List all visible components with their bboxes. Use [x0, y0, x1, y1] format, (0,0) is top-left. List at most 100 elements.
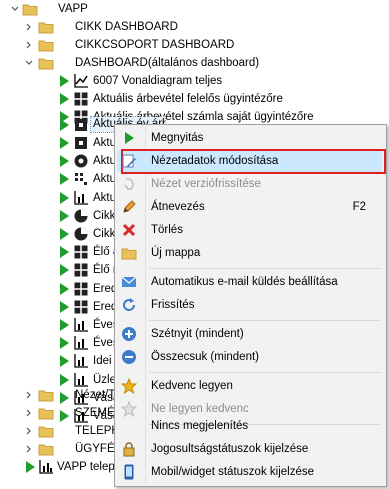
tree-node-partial[interactable]: Cikk	[0, 207, 116, 225]
table-icon	[73, 262, 89, 278]
table-icon	[73, 244, 89, 260]
play-arrow-icon	[56, 135, 72, 151]
tree-node-partial[interactable]: Aktu	[0, 170, 116, 188]
menu-item-permission-status[interactable]: Jogosultságstátuszok kijelzése	[117, 438, 382, 460]
folder-icon	[121, 245, 137, 261]
tree-node-partial[interactable]: Ered	[0, 298, 117, 316]
menu-item-label: Mobil/widget státuszok kijelzése	[151, 466, 314, 478]
kpi-square-icon	[73, 117, 89, 133]
play-arrow-icon	[56, 353, 72, 369]
hand-wave-icon	[121, 176, 137, 192]
tree-node-label: DASHBOARD(általános dashboard)	[75, 57, 260, 69]
folder-icon	[38, 37, 54, 53]
tree-node-partial[interactable]: Aktu	[0, 134, 117, 152]
menu-item-rename[interactable]: Átnevezés F2	[117, 196, 382, 218]
bar-chart-icon	[73, 190, 89, 206]
menu-item-label: Szétnyit (mindent)	[151, 328, 244, 340]
chevron-right-icon[interactable]	[24, 386, 34, 404]
tree-node-partial[interactable]: Éves	[0, 316, 119, 334]
folder-icon	[38, 441, 54, 457]
tree-node-6007[interactable]: 6007 Vonaldiagram teljes	[0, 72, 260, 90]
tree-node-label: VAPP teleph	[57, 461, 122, 473]
menu-item-shortcut: F2	[352, 201, 366, 213]
tree-node-dashboard-altalanos[interactable]: DASHBOARD(általános dashboard)	[0, 54, 280, 72]
bar-chart-icon	[38, 459, 54, 475]
tree-node-partial[interactable]: Idei	[0, 352, 114, 370]
tree-node-cikkcsoport-dashboard[interactable]: CIKKCSOPORT DASHBOARD	[0, 36, 234, 54]
menu-item-label: Automatikus e-mail küldés beállítása	[151, 276, 338, 288]
star-icon	[120, 377, 138, 395]
table-icon	[73, 91, 89, 107]
menu-item-no-display[interactable]: Nincs megjelenítés	[117, 415, 382, 437]
tree-node-label: Aktu	[93, 137, 117, 149]
menu-item-mobile-widget-status[interactable]: Mobil/widget státuszok kijelzése	[117, 461, 382, 483]
folder-icon	[38, 19, 54, 35]
play-arrow-icon	[56, 281, 72, 297]
menu-item-expand-all[interactable]: Szétnyit (mindent)	[117, 323, 382, 345]
table-icon	[73, 299, 89, 315]
chevron-right-icon[interactable]	[24, 36, 34, 54]
chevron-right-icon[interactable]	[24, 440, 34, 458]
folder-icon	[38, 423, 54, 439]
line-chart-icon	[73, 73, 89, 89]
tree-node-nezet[interactable]: Nézet/T	[0, 386, 120, 404]
tree-node-ugyfel[interactable]: ÜGYFÉL	[0, 440, 121, 458]
tree-node-vapp-telephely[interactable]: VAPP teleph	[0, 458, 122, 476]
menu-item-new-folder[interactable]: Új mappa	[117, 242, 382, 264]
menu-item-label: Nézetadatok módosítása	[151, 155, 279, 167]
pencil-icon	[121, 199, 137, 215]
tree-node-szemely[interactable]: SZEMÉLY	[0, 404, 128, 422]
chevron-right-icon[interactable]	[24, 18, 34, 36]
table-icon	[73, 281, 89, 297]
email-icon	[121, 274, 137, 290]
menu-item-favorite[interactable]: Kedvenc legyen	[117, 375, 382, 397]
menu-item-label: Összecsuk (mindent)	[151, 351, 260, 363]
folder-icon	[22, 1, 38, 17]
tree-node-label: Cikk	[93, 209, 116, 222]
menu-item-collapse-all[interactable]: Összecsuk (mindent)	[117, 346, 382, 368]
menu-item-label: Jogosultságstátuszok kijelzése	[151, 443, 309, 455]
tree-node-label: Nézet/T	[75, 389, 116, 401]
chevron-right-icon[interactable]	[24, 404, 34, 422]
tree-node-partial[interactable]: Cikk	[0, 225, 116, 243]
play-arrow-icon	[22, 459, 38, 475]
tree-node-partial[interactable]: Aktu	[0, 152, 117, 170]
play-arrow-icon	[56, 91, 72, 107]
play-arrow-icon	[56, 262, 72, 278]
tree-node-partial[interactable]: Ered	[0, 280, 117, 298]
tree-node-arbevetel-felelos[interactable]: Aktuális árbevétel felelős ügyintézőre	[0, 90, 300, 108]
tree-node-label: Aktu	[93, 191, 117, 204]
chevron-down-icon[interactable]	[24, 54, 34, 72]
tree-node-partial[interactable]: Élő r	[0, 261, 117, 279]
tree-node-label: Cikk	[93, 228, 116, 240]
play-arrow-icon	[56, 335, 72, 351]
play-arrow-icon	[56, 317, 72, 333]
play-arrow-icon	[56, 117, 72, 133]
lock-icon	[121, 441, 137, 457]
tree-node-label: CIKK DASHBOARD	[75, 21, 178, 33]
menu-item-open[interactable]: Megnyitás	[117, 127, 382, 149]
refresh-icon	[121, 297, 137, 313]
tree-node-label: 6007 Vonaldiagram teljes	[93, 75, 223, 87]
chevron-down-icon[interactable]	[10, 0, 20, 18]
bar-chart-icon	[73, 335, 89, 351]
tree-node-vapp[interactable]: VAPP	[0, 0, 140, 18]
menu-item-delete[interactable]: Törlés	[117, 219, 382, 241]
play-arrow-icon	[56, 171, 72, 187]
menu-item-label: Frissítés	[151, 299, 195, 311]
tree-node-label: Aktu	[93, 155, 117, 168]
tree-node-partial[interactable]: Éves	[0, 334, 119, 352]
chevron-right-icon[interactable]	[24, 422, 34, 440]
menu-item-edit-view-data[interactable]: Nézetadatok módosítása	[117, 149, 386, 174]
folder-icon	[38, 55, 54, 71]
menu-item-auto-email[interactable]: Automatikus e-mail küldés beállítása	[117, 271, 382, 293]
tree-node-telephely[interactable]: TELEPHE	[0, 422, 127, 440]
menu-item-label: Nincs megjelenítés	[151, 420, 249, 432]
tree-node-partial[interactable]: Aktu	[0, 189, 117, 207]
menu-item-view-version-update[interactable]: Nézet verziófrissítése	[117, 173, 382, 195]
tree-node-cikk-dashboard[interactable]: CIKK DASHBOARD	[0, 18, 180, 36]
pie-chart-icon	[73, 208, 89, 224]
menu-item-label: Törlés	[151, 224, 183, 236]
tree-node-partial[interactable]: Élő a	[0, 243, 119, 261]
menu-item-refresh[interactable]: Frissítés	[117, 294, 382, 316]
